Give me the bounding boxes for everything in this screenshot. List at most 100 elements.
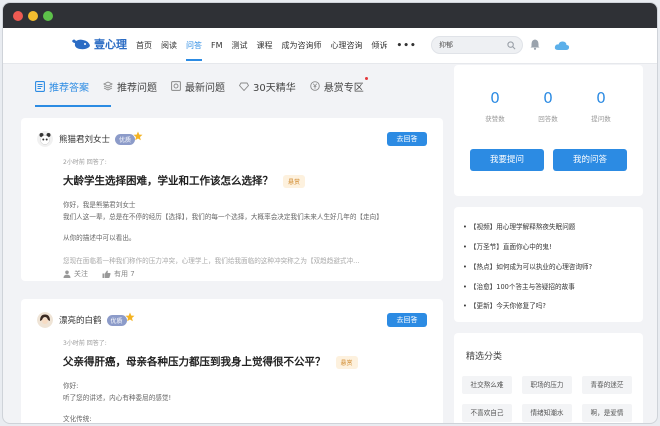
categories-card: 精选分类 社交熬么难 职场的压力 青春的迷茫 不喜欢自己 情绪知潮水 啊，是爱情	[454, 333, 643, 423]
answer-time: 3小时前 回答了:	[63, 340, 107, 347]
useful-button[interactable]: 有用 7	[102, 269, 135, 279]
answer-button[interactable]: 去回答	[387, 132, 427, 146]
question-card: 熊猫君刘女士 优质 去回答 2小时前 回答了: 大龄学生选择困难，学业和工作该怎…	[21, 118, 443, 281]
author-name[interactable]: 漂亮的白鹤	[59, 314, 102, 326]
author-name[interactable]: 熊猫君刘女士	[59, 133, 110, 145]
question-title[interactable]: 父亲得肝癌，母亲各种压力都压到我身上觉得很不公平？ 悬赏	[63, 354, 358, 369]
user-stats-card: 0 获赞数 0 回答数 0 提问数 我要提问 我的问答	[454, 65, 643, 196]
quality-badge: 优质	[106, 312, 135, 326]
tab-label: 推荐问题	[117, 82, 157, 94]
window-titlebar	[3, 3, 657, 28]
site-logo[interactable]: 壹心理	[71, 36, 127, 52]
new-indicator-dot	[364, 76, 368, 80]
useful-count: 有用 7	[114, 270, 135, 278]
avatar[interactable]	[37, 131, 53, 147]
hot-topic-link[interactable]: 【更新】今天你修复了吗?	[463, 300, 546, 310]
minimize-window-button[interactable]	[28, 11, 38, 21]
star-icon	[133, 131, 143, 140]
hot-topic-link[interactable]: 【视频】用心理学解释熬夜失眠问题	[463, 221, 576, 231]
category-chip[interactable]: 情绪知潮水	[522, 404, 572, 422]
stat-label: 提问数	[591, 115, 611, 123]
main-nav: 首页 阅读 问答 FM 测试 课程 成为咨询师 心理咨询 倾诉 •••	[136, 28, 417, 64]
image-icon	[171, 81, 181, 91]
stat-value: 0	[490, 89, 500, 107]
bounty-tag: 悬赏	[335, 355, 358, 369]
answer-author: 漂亮的白鹤 优质	[37, 312, 135, 328]
answer-actions: 关注 有用 7	[63, 269, 149, 279]
answer-line: 你好，我是熊猫君刘女士	[63, 201, 136, 209]
nav-fm[interactable]: FM	[211, 28, 223, 64]
hot-topic-link[interactable]: 【万圣节】直面你心中的鬼!	[463, 241, 552, 251]
person-icon	[63, 270, 71, 278]
hot-topic-link[interactable]: 【热点】如何成为可以执业的心理咨询师?	[463, 261, 592, 271]
maximize-window-button[interactable]	[43, 11, 53, 21]
tab-recommended-questions[interactable]: 推荐问题	[103, 79, 157, 94]
star-icon	[125, 312, 135, 321]
tab-latest-questions[interactable]: 最新问题	[171, 79, 225, 94]
panda-avatar-icon	[37, 131, 53, 147]
category-chip[interactable]: 啊，是爱情	[582, 404, 632, 422]
tab-bounty-zone[interactable]: 悬赏专区	[309, 76, 368, 94]
user-avatar-icon[interactable]	[554, 40, 570, 51]
tab-30-day-best[interactable]: 30天精华	[239, 79, 296, 94]
category-chip[interactable]: 社交熬么难	[462, 376, 512, 394]
follow-button[interactable]: 关注	[63, 269, 88, 279]
answer-line: 从你的描述中可以看出。	[63, 234, 136, 242]
answer-time: 2小时前 回答了:	[63, 159, 107, 166]
category-chip[interactable]: 青春的迷茫	[582, 376, 632, 394]
tab-label: 推荐答案	[49, 82, 89, 94]
stat-questions: 0 提问数	[571, 89, 631, 123]
categories-title: 精选分类	[466, 352, 503, 362]
nav-test[interactable]: 测试	[232, 28, 248, 64]
nav-become-counselor[interactable]: 成为咨询师	[282, 28, 322, 64]
nav-reading[interactable]: 阅读	[161, 28, 177, 64]
question-feed: 推荐答案 推荐问题 最新问题 30天精华 悬赏专区 熊猫君刘女士 优质 去回答 …	[21, 65, 443, 423]
feed-tabs: 推荐答案 推荐问题 最新问题 30天精华 悬赏专区	[21, 65, 443, 107]
close-window-button[interactable]	[13, 11, 23, 21]
my-qa-button[interactable]: 我的问答	[553, 149, 627, 171]
ask-question-button[interactable]: 我要提问	[470, 149, 544, 171]
nav-qa[interactable]: 问答	[186, 28, 202, 64]
stat-answers: 0 回答数	[518, 89, 578, 123]
tab-label: 30天精华	[253, 82, 296, 94]
browser-window: 壹心理 首页 阅读 问答 FM 测试 课程 成为咨询师 心理咨询 倾诉 •••	[2, 2, 658, 424]
tab-recommended-answers[interactable]: 推荐答案	[35, 79, 89, 94]
search-input[interactable]	[439, 39, 509, 51]
nav-courses[interactable]: 课程	[257, 28, 273, 64]
nav-counseling[interactable]: 心理咨询	[331, 28, 363, 64]
category-chip[interactable]: 职场的压力	[522, 376, 572, 394]
quality-badge: 优质	[115, 131, 143, 145]
question-title[interactable]: 大龄学生选择困难，学业和工作该怎么选择？ 悬赏	[63, 173, 306, 188]
whale-logo-icon	[72, 39, 90, 50]
answer-line: 我们人这一辈，总是在不停的经历【选择】，我们的每一个选择，大概率会决定我们未来人…	[63, 213, 383, 221]
answer-line: 你好:	[63, 382, 79, 390]
badge-label: 优质	[119, 136, 132, 144]
search-icon[interactable]	[507, 41, 516, 50]
nav-home[interactable]: 首页	[136, 28, 152, 64]
document-icon	[35, 80, 45, 92]
question-card: 漂亮的白鹤 优质 去回答 3小时前 回答了: 父亲得肝癌，母亲各种压力都压到我身…	[21, 299, 443, 423]
active-tab-underline	[35, 105, 111, 107]
diamond-icon	[239, 82, 249, 91]
yen-icon	[309, 81, 320, 91]
avatar[interactable]	[37, 312, 53, 328]
stat-likes: 0 获赞数	[465, 89, 525, 123]
answer-author: 熊猫君刘女士 优质	[37, 131, 143, 147]
answer-line: 您现在面临着一种我们称作的压力冲突，心理学上，我们给我面临的这种冲突称之为【双趋…	[63, 257, 360, 265]
nav-more-button[interactable]: •••	[397, 41, 417, 51]
category-chip[interactable]: 不喜欢自己	[462, 404, 512, 422]
nav-talk[interactable]: 倾诉	[372, 28, 388, 64]
answer-line: 文化传统:	[63, 415, 92, 423]
badge-label: 优质	[110, 317, 123, 325]
hot-topic-link[interactable]: 【治愈】100个答主与答疑招的故事	[463, 281, 575, 291]
follow-label: 关注	[74, 270, 88, 278]
site-header: 壹心理 首页 阅读 问答 FM 测试 课程 成为咨询师 心理咨询 倾诉 •••	[3, 28, 657, 64]
notification-bell-icon[interactable]	[530, 39, 540, 50]
girl-avatar-icon	[37, 312, 53, 328]
answer-line: 听了您的讲述，内心有种委屈的感觉!	[63, 394, 172, 402]
answer-button[interactable]: 去回答	[387, 313, 427, 327]
thumbs-up-icon	[102, 270, 111, 278]
layers-icon	[103, 81, 113, 91]
tab-label: 最新问题	[185, 82, 225, 94]
question-title-text: 大龄学生选择困难，学业和工作该怎么选择？	[63, 175, 273, 187]
